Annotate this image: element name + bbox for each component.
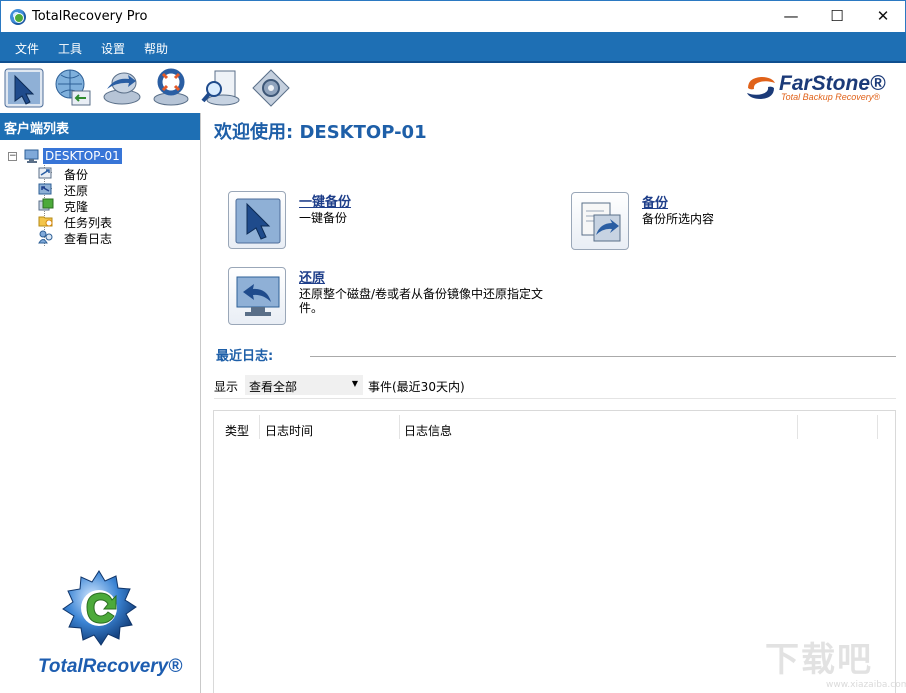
menu-tools[interactable]: 工具 xyxy=(58,40,82,57)
recovery-tool-button[interactable] xyxy=(150,67,192,109)
tree-root-desktop[interactable]: − DESKTOP-01 xyxy=(8,148,128,164)
action-title[interactable]: 备份 xyxy=(642,192,668,211)
close-button[interactable]: ✕ xyxy=(860,1,906,32)
restore-icon xyxy=(38,182,54,196)
computer-icon xyxy=(24,149,40,163)
tree-item-label: 还原 xyxy=(64,182,88,199)
action-title[interactable]: 一键备份 xyxy=(299,191,351,210)
action-restore[interactable]: 还原 还原整个磁盘/卷或者从备份镜像中还原指定文件。 xyxy=(228,267,558,327)
action-title[interactable]: 还原 xyxy=(299,267,325,286)
column-separator[interactable] xyxy=(259,415,260,439)
client-list-header: 客户端列表 xyxy=(0,113,200,140)
folder-task-icon xyxy=(38,214,54,228)
network-restore-tool-button[interactable] xyxy=(52,67,94,109)
monitor-restore-icon xyxy=(233,272,283,322)
tree-item-label: 克隆 xyxy=(64,198,88,215)
action-description: 备份所选内容 xyxy=(642,212,892,226)
column-header-log-info[interactable]: 日志信息 xyxy=(404,411,452,441)
globe-restore-icon xyxy=(52,67,94,109)
filter-select-value: 查看全部 xyxy=(249,378,297,395)
title-bar: TotalRecovery Pro — ☐ ✕ xyxy=(0,0,906,32)
watermark-url: www.xiazaiba.com xyxy=(826,680,906,690)
menu-file[interactable]: 文件 xyxy=(15,40,39,57)
column-header-type[interactable]: 类型 xyxy=(225,411,249,441)
farstone-logo-icon xyxy=(745,74,777,102)
welcome-title: 欢迎使用: DESKTOP-01 xyxy=(214,118,427,144)
log-view-icon xyxy=(38,230,54,244)
menu-help[interactable]: 帮助 xyxy=(144,40,168,57)
clone-icon xyxy=(38,198,54,212)
backup-icon xyxy=(38,166,54,180)
log-header-divider xyxy=(310,356,896,357)
tree-root-label[interactable]: DESKTOP-01 xyxy=(43,148,122,164)
menu-bar: 文件 工具 设置 帮助 xyxy=(0,32,906,63)
minimize-button[interactable]: — xyxy=(768,1,814,32)
tree-item-label: 任务列表 xyxy=(64,214,112,231)
chevron-down-icon[interactable]: ▼ xyxy=(352,379,358,388)
one-click-backup-tool-button[interactable] xyxy=(3,67,45,109)
cursor-backup-icon xyxy=(3,67,45,109)
main-content: 欢迎使用: DESKTOP-01 一键备份 一键备份 备份 备份所选内容 xyxy=(202,113,906,693)
totalrecovery-logo-icon xyxy=(58,569,140,651)
menu-settings[interactable]: 设置 xyxy=(101,40,125,57)
watermark-text: 下载吧 xyxy=(765,632,873,681)
browse-image-tool-button[interactable] xyxy=(199,67,241,109)
gear-diamond-icon xyxy=(250,67,292,109)
action-description: 还原整个磁盘/卷或者从备份镜像中还原指定文件。 xyxy=(299,287,549,315)
settings-tool-button[interactable] xyxy=(250,67,292,109)
recent-log-header: 最近日志: xyxy=(216,345,273,364)
app-icon xyxy=(10,9,26,25)
tree-item-label: 备份 xyxy=(64,166,88,183)
action-one-click-backup[interactable]: 一键备份 一键备份 xyxy=(228,191,558,251)
tree-item-label: 查看日志 xyxy=(64,230,112,247)
log-filter-select[interactable]: 查看全部 ▼ xyxy=(245,375,363,395)
column-separator[interactable] xyxy=(797,415,798,439)
document-backup-icon xyxy=(576,197,626,247)
maximize-button[interactable]: ☐ xyxy=(814,1,860,32)
lifebuoy-icon xyxy=(150,67,192,109)
backup-tool-button[interactable] xyxy=(101,67,143,109)
magnifier-icon xyxy=(199,67,241,109)
action-icon-box[interactable] xyxy=(228,267,286,325)
column-separator[interactable] xyxy=(399,415,400,439)
window-title: TotalRecovery Pro xyxy=(32,9,147,24)
product-name: TotalRecovery® xyxy=(38,656,182,678)
filter-period-text: 事件(最近30天内) xyxy=(368,378,465,395)
filter-divider xyxy=(214,398,896,399)
action-icon-box[interactable] xyxy=(228,191,286,249)
column-header-log-time[interactable]: 日志时间 xyxy=(265,411,313,441)
tree-collapse-toggle[interactable]: − xyxy=(8,152,17,161)
log-filter-row: 显示 查看全部 ▼ 事件(最近30天内) xyxy=(214,375,894,397)
action-icon-box[interactable] xyxy=(571,192,629,250)
brand-tagline: Total Backup Recovery® xyxy=(781,92,880,102)
disk-backup-icon xyxy=(101,67,143,109)
farstone-brand: FarStone® Total Backup Recovery® xyxy=(743,70,893,104)
action-description: 一键备份 xyxy=(299,211,549,225)
cursor-backup-icon xyxy=(233,196,283,246)
column-separator[interactable] xyxy=(877,415,878,439)
filter-label: 显示 xyxy=(214,378,238,395)
action-backup[interactable]: 备份 备份所选内容 xyxy=(571,192,871,252)
client-list-panel: 客户端列表 − DESKTOP-01 备份 还原 xyxy=(0,113,201,693)
